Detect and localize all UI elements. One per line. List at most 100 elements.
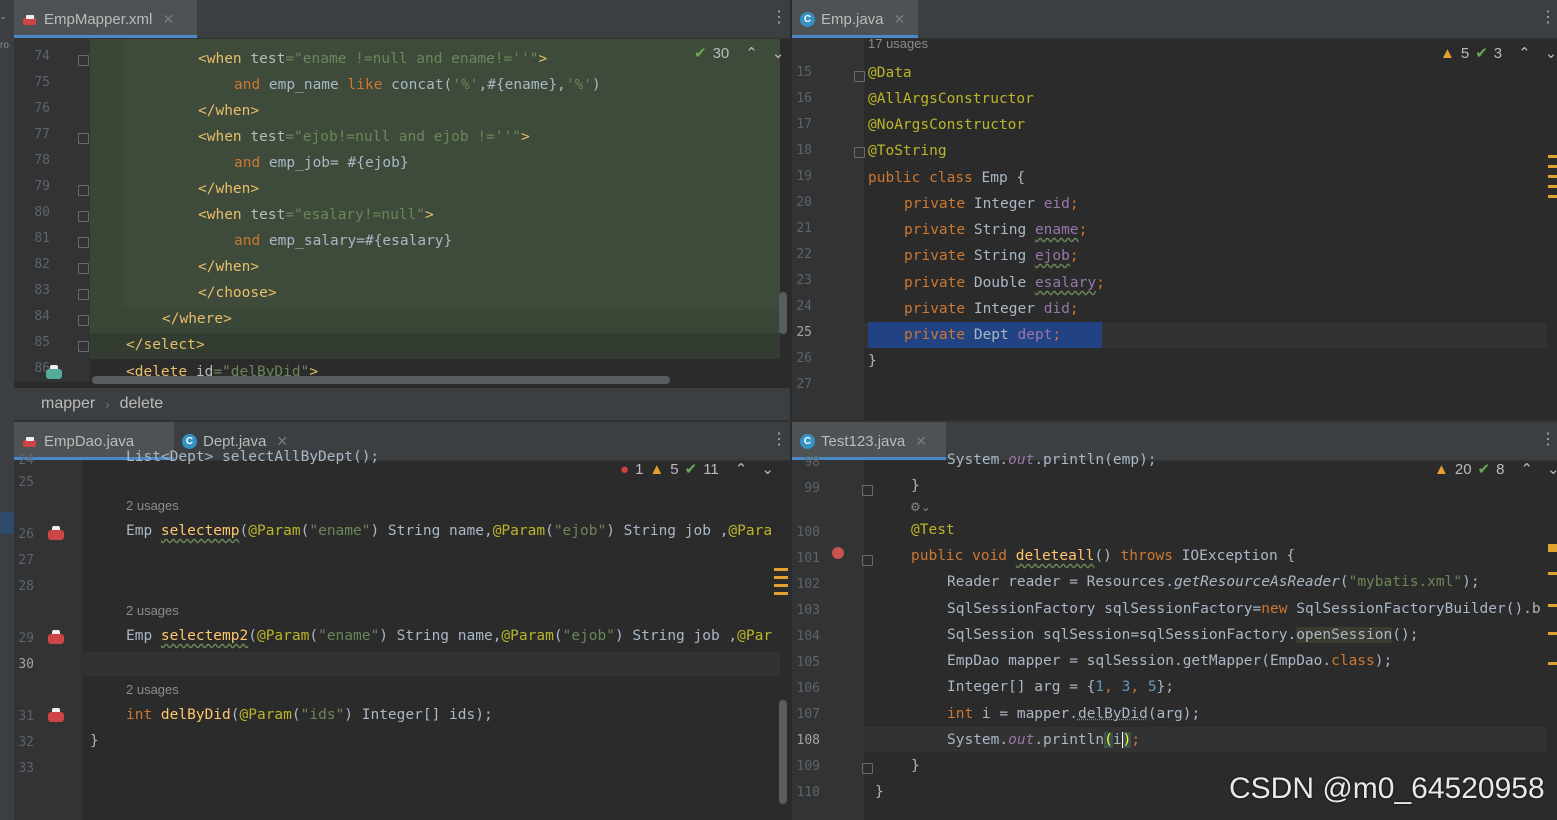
code-line: private String ename;	[904, 222, 1088, 238]
line-number: 22	[796, 247, 812, 262]
editor-empmapper-xml: EmpMapper.xml ✕ ⋮ 74 75 76 77 78 79 80 8…	[14, 0, 790, 420]
error-stripe-mark[interactable]	[1548, 632, 1557, 635]
error-stripe-mark[interactable]	[1548, 572, 1557, 575]
tab-empmapper-xml[interactable]: EmpMapper.xml ✕	[14, 0, 197, 38]
prev-highlight-icon[interactable]: ⌃	[1520, 460, 1533, 478]
usages-hint[interactable]: 17 usages	[868, 34, 928, 54]
inspection-widget[interactable]: ▲ 5 ✔ 3 ⌃ ⌄	[1440, 44, 1557, 63]
check-icon: ✔	[1475, 45, 1488, 62]
usages-hint[interactable]: 2 usages	[126, 680, 179, 700]
close-icon[interactable]: ✕	[915, 433, 927, 450]
fold-marker-icon[interactable]	[78, 341, 89, 352]
fold-marker-icon[interactable]	[78, 289, 89, 300]
usages-hint[interactable]: 2 usages	[126, 601, 179, 621]
code-line: private String ejob;	[904, 248, 1079, 264]
chevron-right-icon: ›	[105, 396, 110, 412]
error-count: 1	[635, 460, 644, 478]
inspection-widget[interactable]: ▲ 20 ✔ 8 ⌃ ⌄	[1434, 460, 1557, 479]
error-stripe-mark[interactable]	[774, 576, 788, 579]
error-stripe-mark[interactable]	[1548, 662, 1557, 665]
more-options-icon[interactable]: ⋮	[771, 10, 787, 26]
prev-highlight-icon[interactable]: ⌃	[745, 44, 758, 62]
close-icon[interactable]: ✕	[894, 11, 906, 28]
usages-hint[interactable]: 2 usages	[126, 496, 179, 516]
code-line: </when>	[198, 103, 260, 119]
line-number: 21	[796, 221, 812, 236]
ok-count: 3	[1493, 44, 1503, 62]
code-line: }	[868, 353, 877, 369]
prev-highlight-icon[interactable]: ⌃	[735, 460, 748, 478]
close-icon[interactable]: ✕	[162, 11, 174, 28]
code-line: </when>	[198, 181, 260, 197]
next-highlight-icon[interactable]: ⌄	[1547, 460, 1557, 478]
next-highlight-icon[interactable]: ⌄	[772, 44, 785, 62]
code-line-selected: private Dept dept;	[868, 322, 1102, 348]
run-test-icon[interactable]	[832, 547, 844, 559]
line-number: 29	[18, 631, 34, 646]
fold-marker-icon[interactable]	[78, 263, 89, 274]
tab-emp-java[interactable]: C Emp.java ✕	[792, 0, 918, 38]
code-line: @NoArgsConstructor	[868, 117, 1026, 133]
fold-marker-icon[interactable]	[78, 315, 89, 326]
error-stripe-mark[interactable]	[1548, 544, 1557, 552]
error-stripe-mark[interactable]	[774, 592, 788, 595]
error-stripe-mark[interactable]	[774, 568, 788, 571]
vertical-scrollbar[interactable]	[779, 700, 787, 804]
mybatis-interface-icon	[22, 435, 38, 447]
tab-label: Emp.java	[821, 10, 884, 28]
code-area[interactable]: List<Dept> selectAllByDept(); 2 usages E…	[90, 449, 790, 820]
next-highlight-icon[interactable]: ⌄	[761, 460, 774, 478]
inspection-widget[interactable]: ● 1 ▲ 5 ✔ 11 ⌃ ⌄	[620, 460, 774, 479]
collapse-icon[interactable]: -	[1, 10, 5, 24]
breadcrumb-item-mapper[interactable]: mapper	[41, 395, 95, 413]
fold-marker-icon[interactable]	[78, 55, 89, 66]
line-number: 28	[18, 579, 34, 594]
mapper-navigation-icon[interactable]	[48, 630, 64, 644]
error-stripe-mark[interactable]	[774, 584, 788, 587]
tool-window-selected	[0, 512, 14, 534]
fold-marker-icon[interactable]	[78, 211, 89, 222]
error-stripe-mark[interactable]	[1548, 155, 1557, 158]
breadcrumb-item-delete[interactable]: delete	[120, 395, 164, 413]
error-stripe-mark[interactable]	[1548, 604, 1557, 607]
fold-marker-icon[interactable]	[78, 133, 89, 144]
inspection-widget[interactable]: ✔ 30 ⌃ ⌄	[694, 44, 785, 63]
line-number: 24	[796, 299, 812, 314]
fold-marker-icon[interactable]	[854, 147, 865, 158]
line-number: 27	[796, 377, 812, 392]
code-line: and emp_name like concat('%',#{ename},'%…	[234, 77, 601, 93]
code-line: Emp selectemp2(@Param("ename") String na…	[126, 628, 773, 644]
fold-marker-icon[interactable]	[78, 185, 89, 196]
error-stripe-mark[interactable]	[1548, 195, 1557, 198]
next-highlight-icon[interactable]: ⌄	[1545, 44, 1557, 62]
mapper-navigation-icon[interactable]	[48, 526, 64, 540]
horizontal-scrollbar[interactable]	[92, 376, 670, 384]
error-stripe-mark[interactable]	[1548, 185, 1557, 188]
code-area[interactable]: System.out.println(emp); } ⚙⌄ @Test publ…	[872, 448, 1547, 820]
more-options-icon[interactable]: ⋮	[1540, 432, 1556, 448]
line-number: 17	[796, 117, 812, 132]
fold-marker-icon[interactable]	[78, 237, 89, 248]
gutter: 24 25 26 27 28 29 30 31 32 33	[14, 453, 82, 820]
prev-highlight-icon[interactable]: ⌃	[1518, 44, 1531, 62]
gutter: 98 99 100 101 102 103 104 105 106 107 10…	[792, 455, 873, 820]
code-line: Reader reader = Resources.getResourceAsR…	[947, 574, 1480, 590]
fold-marker-icon[interactable]	[854, 71, 865, 82]
more-options-icon[interactable]: ⋮	[771, 432, 787, 448]
vertical-scrollbar[interactable]	[779, 292, 787, 334]
more-options-icon[interactable]: ⋮	[1540, 10, 1556, 26]
line-number: 76	[34, 101, 50, 116]
code-area[interactable]: <when test="ename !=null and ename!=''">…	[90, 44, 780, 384]
test-gutter-icon[interactable]: ⚙⌄	[910, 500, 931, 514]
code-line: }	[875, 784, 884, 800]
error-icon: ●	[620, 460, 630, 478]
code-area[interactable]: 17 usages @Data @AllArgsConstructor @NoA…	[868, 36, 1548, 410]
code-line: @ToString	[868, 143, 947, 159]
error-stripe-mark[interactable]	[1548, 165, 1557, 168]
code-line: Emp selectemp(@Param("ename") String nam…	[126, 523, 773, 539]
mapper-navigation-icon[interactable]	[46, 365, 62, 379]
mapper-navigation-icon[interactable]	[48, 708, 64, 722]
line-number: 26	[796, 351, 812, 366]
code-line: SqlSessionFactory sqlSessionFactory=new …	[947, 601, 1541, 617]
error-stripe-mark[interactable]	[1548, 175, 1557, 178]
